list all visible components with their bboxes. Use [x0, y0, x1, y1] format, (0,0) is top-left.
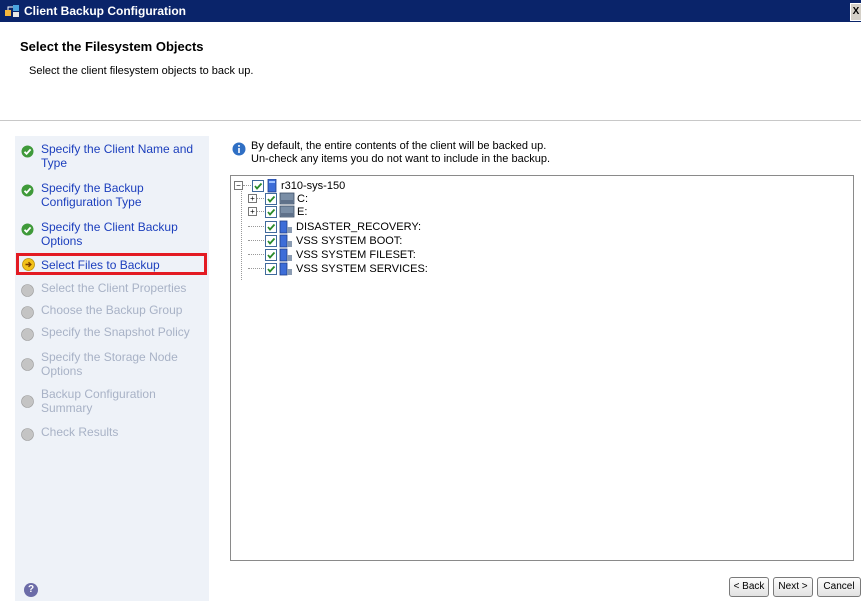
wizard-steps-panel: Specify the Client Name and Type Specify…: [15, 136, 209, 601]
drive-icon: [279, 192, 295, 205]
checkbox[interactable]: [265, 263, 277, 275]
info-line-1: By default, the entire contents of the c…: [251, 140, 547, 152]
tree-node-label: r310-sys-150: [281, 180, 346, 192]
next-button[interactable]: Next >: [773, 577, 813, 597]
check-mark-icon: [254, 182, 263, 190]
step-label: Select Files to Backup: [41, 258, 160, 272]
step-label: Select the Client Properties: [41, 281, 187, 295]
step-check-results: Check Results: [15, 425, 209, 441]
tree-node-drive-c[interactable]: + C:: [248, 192, 448, 206]
checkbox[interactable]: [265, 221, 277, 233]
check-circle-icon: [21, 145, 34, 158]
tree-connector: [257, 198, 264, 199]
app-icon: [5, 5, 19, 17]
tree-node-label: VSS SYSTEM SERVICES:: [296, 263, 428, 275]
computer-icon: [267, 179, 277, 193]
pending-circle-icon: [21, 428, 34, 441]
vss-icon: [279, 220, 292, 234]
check-mark-icon: [267, 223, 276, 231]
tree-connector: [248, 254, 264, 255]
step-client-backup-options: Specify the Client Backup Options: [15, 220, 209, 250]
info-icon: [232, 142, 246, 156]
expand-toggle[interactable]: +: [248, 207, 257, 216]
tree-connector: [241, 186, 242, 280]
page-title: Select the Filesystem Objects: [20, 39, 204, 54]
step-label: Specify the Snapshot Policy: [41, 325, 190, 339]
info-line-2: Un-check any items you do not want to in…: [251, 153, 551, 165]
tree-connector: [248, 268, 264, 269]
page-subtitle: Select the client filesystem objects to …: [29, 65, 254, 77]
tree-connector: [257, 211, 264, 212]
step-client-properties: Select the Client Properties: [15, 281, 209, 297]
tree-node-vss-system-fileset[interactable]: VSS SYSTEM FILESET:: [248, 248, 508, 262]
vss-icon: [279, 262, 292, 276]
pending-circle-icon: [21, 328, 34, 341]
cancel-button[interactable]: Cancel: [817, 577, 861, 597]
window-title: Client Backup Configuration: [24, 4, 186, 18]
tree-connector: [248, 226, 264, 227]
step-select-files: Select Files to Backup: [16, 253, 207, 275]
tree-node-label: C:: [297, 193, 308, 205]
check-mark-icon: [267, 265, 276, 273]
pending-circle-icon: [21, 284, 34, 297]
step-storage-node: Specify the Storage Node Options: [15, 350, 209, 380]
tree-node-root[interactable]: − r310-sys-150: [234, 179, 434, 193]
checkbox[interactable]: [265, 206, 277, 218]
tree-connector: [248, 240, 264, 241]
close-button[interactable]: X: [850, 3, 861, 21]
pending-circle-icon: [21, 358, 34, 371]
step-label: Backup Configuration Summary: [41, 387, 156, 415]
tree-node-vss-system-boot[interactable]: VSS SYSTEM BOOT:: [248, 234, 508, 248]
checkbox[interactable]: [252, 180, 264, 192]
step-label: Check Results: [41, 425, 119, 439]
help-icon[interactable]: ?: [24, 583, 38, 597]
step-label: Specify the Client Name and Type: [41, 142, 194, 170]
expand-toggle[interactable]: +: [248, 194, 257, 203]
tree-node-label: VSS SYSTEM FILESET:: [296, 249, 416, 261]
check-mark-icon: [267, 195, 276, 203]
back-button[interactable]: < Back: [729, 577, 769, 597]
check-circle-icon: [21, 223, 34, 236]
check-mark-icon: [267, 237, 276, 245]
vss-icon: [279, 248, 292, 262]
step-label: Specify the Storage Node Options: [41, 350, 178, 378]
window-title-bar: Client Backup Configuration X: [0, 0, 861, 22]
step-client-name: Specify the Client Name and Type: [15, 142, 209, 172]
step-snapshot-policy: Specify the Snapshot Policy: [15, 325, 209, 341]
tree-node-label: VSS SYSTEM BOOT:: [296, 235, 403, 247]
filesystem-tree[interactable]: − r310-sys-150 + C: + E: DISASTER_RECOVE…: [230, 175, 854, 561]
collapse-toggle[interactable]: −: [234, 181, 243, 190]
step-label: Choose the Backup Group: [41, 303, 183, 317]
checkbox[interactable]: [265, 193, 277, 205]
check-circle-icon: [21, 184, 34, 197]
checkbox[interactable]: [265, 235, 277, 247]
check-mark-icon: [267, 208, 276, 216]
tree-node-label: DISASTER_RECOVERY:: [296, 221, 422, 233]
vss-icon: [279, 234, 292, 248]
content-area: Specify the Client Name and Type Specify…: [0, 121, 861, 602]
page-header: Select the Filesystem Objects Select the…: [0, 22, 861, 121]
step-summary: Backup Configuration Summary: [15, 387, 209, 417]
step-label: Specify the Client Backup Options: [41, 220, 178, 248]
step-backup-config-type: Specify the Backup Configuration Type: [15, 181, 209, 211]
check-mark-icon: [267, 251, 276, 259]
tree-node-disaster-recovery[interactable]: DISASTER_RECOVERY:: [248, 220, 508, 234]
tree-node-vss-system-services[interactable]: VSS SYSTEM SERVICES:: [248, 262, 508, 276]
arrow-circle-icon: [22, 258, 35, 271]
step-backup-group: Choose the Backup Group: [15, 303, 209, 319]
pending-circle-icon: [21, 306, 34, 319]
tree-node-drive-e[interactable]: + E:: [248, 205, 448, 219]
tree-connector: [243, 185, 251, 186]
checkbox[interactable]: [265, 249, 277, 261]
pending-circle-icon: [21, 395, 34, 408]
drive-icon: [279, 205, 295, 218]
step-label: Specify the Backup Configuration Type: [41, 181, 144, 209]
tree-node-label: E:: [297, 206, 308, 218]
